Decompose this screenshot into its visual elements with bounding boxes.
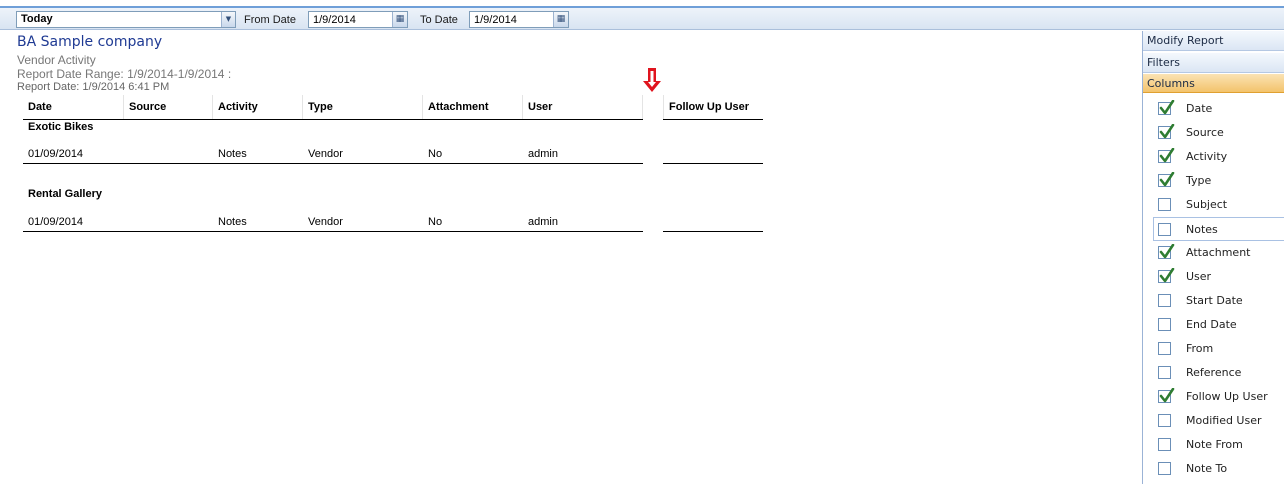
column-option[interactable]: Note To: [1143, 457, 1284, 481]
column-option[interactable]: Type: [1143, 169, 1284, 193]
header-rule: [663, 119, 763, 120]
column-option-label: Reference: [1186, 366, 1242, 379]
cell-type: Vendor: [308, 216, 343, 228]
from-date-value: 1/9/2014: [313, 14, 356, 26]
checkbox-checked-icon[interactable]: [1158, 124, 1175, 139]
row-rule: [23, 163, 643, 164]
column-option[interactable]: Modified User: [1143, 409, 1284, 433]
column-option[interactable]: From: [1143, 337, 1284, 361]
cell-user: admin: [528, 216, 558, 228]
column-option-label: Date: [1186, 102, 1213, 115]
to-date-input[interactable]: 1/9/2014 ▦: [469, 11, 569, 28]
checkbox-icon[interactable]: [1158, 318, 1171, 331]
column-option[interactable]: Subject: [1143, 193, 1284, 217]
column-option-label: End Date: [1186, 318, 1237, 331]
cell-type: Vendor: [308, 148, 343, 160]
column-header-activity[interactable]: Activity: [213, 95, 303, 119]
report-name: Vendor Activity: [17, 53, 96, 67]
checkbox-checked-icon[interactable]: [1158, 388, 1175, 403]
cell-date: 01/09/2014: [28, 148, 84, 160]
checkbox-icon[interactable]: [1158, 294, 1171, 307]
row-rule: [663, 163, 763, 164]
checkbox-icon[interactable]: [1158, 414, 1171, 427]
column-option[interactable]: Reference: [1143, 361, 1284, 385]
column-option-label: User: [1186, 270, 1212, 283]
cell-user: admin: [528, 148, 558, 160]
header-rule: [23, 119, 643, 120]
column-header-attachment[interactable]: Attachment: [423, 95, 523, 119]
column-option[interactable]: Activity: [1143, 145, 1284, 169]
to-date-label: To Date: [420, 14, 458, 26]
column-option-label: From: [1186, 342, 1214, 355]
column-option[interactable]: Source: [1143, 121, 1284, 145]
modify-report-header[interactable]: Modify Report: [1143, 31, 1284, 51]
column-option-label: Activity: [1186, 150, 1228, 163]
filter-bar: Today ▼ From Date 1/9/2014 ▦ To Date 1/9…: [0, 6, 1284, 30]
column-option-label: Attachment: [1186, 246, 1251, 259]
checkbox-icon[interactable]: [1158, 223, 1171, 236]
modify-report-panel: Modify Report Filters Columns Date Source…: [1142, 31, 1284, 484]
checkbox-checked-icon[interactable]: [1158, 172, 1175, 187]
cell-activity: Notes: [218, 216, 247, 228]
checkbox-icon[interactable]: [1158, 462, 1171, 475]
column-option-label: Note From: [1186, 438, 1243, 451]
columns-section-header[interactable]: Columns: [1143, 74, 1284, 93]
column-option-label: Note To: [1186, 462, 1228, 475]
checkbox-icon[interactable]: [1158, 198, 1171, 211]
column-option-label: Subject: [1186, 198, 1228, 211]
cell-attachment: No: [428, 216, 443, 228]
cell-attachment: No: [428, 148, 443, 160]
column-header-user[interactable]: User: [523, 95, 643, 119]
company-title: BA Sample company: [17, 34, 163, 50]
period-value: Today: [21, 13, 53, 25]
column-header-date[interactable]: Date: [23, 95, 124, 119]
column-option[interactable]: Date: [1143, 97, 1284, 121]
cell-date: 01/09/2014: [28, 216, 84, 228]
from-date-label: From Date: [244, 14, 296, 26]
chevron-down-icon[interactable]: ▼: [221, 12, 235, 27]
checkbox-icon[interactable]: [1158, 366, 1171, 379]
calendar-icon[interactable]: ▦: [553, 12, 568, 27]
group-header: Exotic Bikes: [28, 121, 94, 133]
checkbox-icon[interactable]: [1158, 342, 1171, 355]
column-option[interactable]: User: [1143, 265, 1284, 289]
column-option[interactable]: Notes: [1153, 217, 1284, 241]
column-option[interactable]: End Date: [1143, 313, 1284, 337]
checkbox-checked-icon[interactable]: [1158, 268, 1175, 283]
column-option[interactable]: Note From: [1143, 433, 1284, 457]
period-dropdown[interactable]: Today ▼: [16, 11, 236, 28]
checkbox-icon[interactable]: [1158, 438, 1171, 451]
column-option-label: Source: [1186, 126, 1224, 139]
column-option[interactable]: Start Date: [1143, 289, 1284, 313]
from-date-input[interactable]: 1/9/2014 ▦: [308, 11, 408, 28]
group-header: Rental Gallery: [28, 188, 102, 200]
drop-indicator-arrow-icon: [643, 68, 661, 92]
column-option-label: Modified User: [1186, 414, 1262, 427]
column-header-follow-up-user[interactable]: Follow Up User: [663, 95, 763, 119]
column-option[interactable]: Follow Up User: [1143, 385, 1284, 409]
to-date-value: 1/9/2014: [474, 14, 517, 26]
row-rule: [663, 231, 763, 232]
calendar-icon[interactable]: ▦: [392, 12, 407, 27]
column-header-type[interactable]: Type: [303, 95, 423, 119]
checkbox-checked-icon[interactable]: [1158, 244, 1175, 259]
column-header-source[interactable]: Source: [124, 95, 213, 119]
column-option-label: Follow Up User: [1186, 390, 1268, 403]
cell-activity: Notes: [218, 148, 247, 160]
checkbox-checked-icon[interactable]: [1158, 100, 1175, 115]
row-rule: [23, 231, 643, 232]
filters-section-header[interactable]: Filters: [1143, 53, 1284, 73]
report-date-range: Report Date Range: 1/9/2014-1/9/2014 :: [17, 67, 232, 81]
checkbox-checked-icon[interactable]: [1158, 148, 1175, 163]
report-date: Report Date: 1/9/2014 6:41 PM: [17, 81, 170, 93]
column-option-label: Start Date: [1186, 294, 1243, 307]
column-option[interactable]: Attachment: [1143, 241, 1284, 265]
column-option-label: Notes: [1186, 223, 1218, 236]
column-option-label: Type: [1186, 174, 1212, 187]
